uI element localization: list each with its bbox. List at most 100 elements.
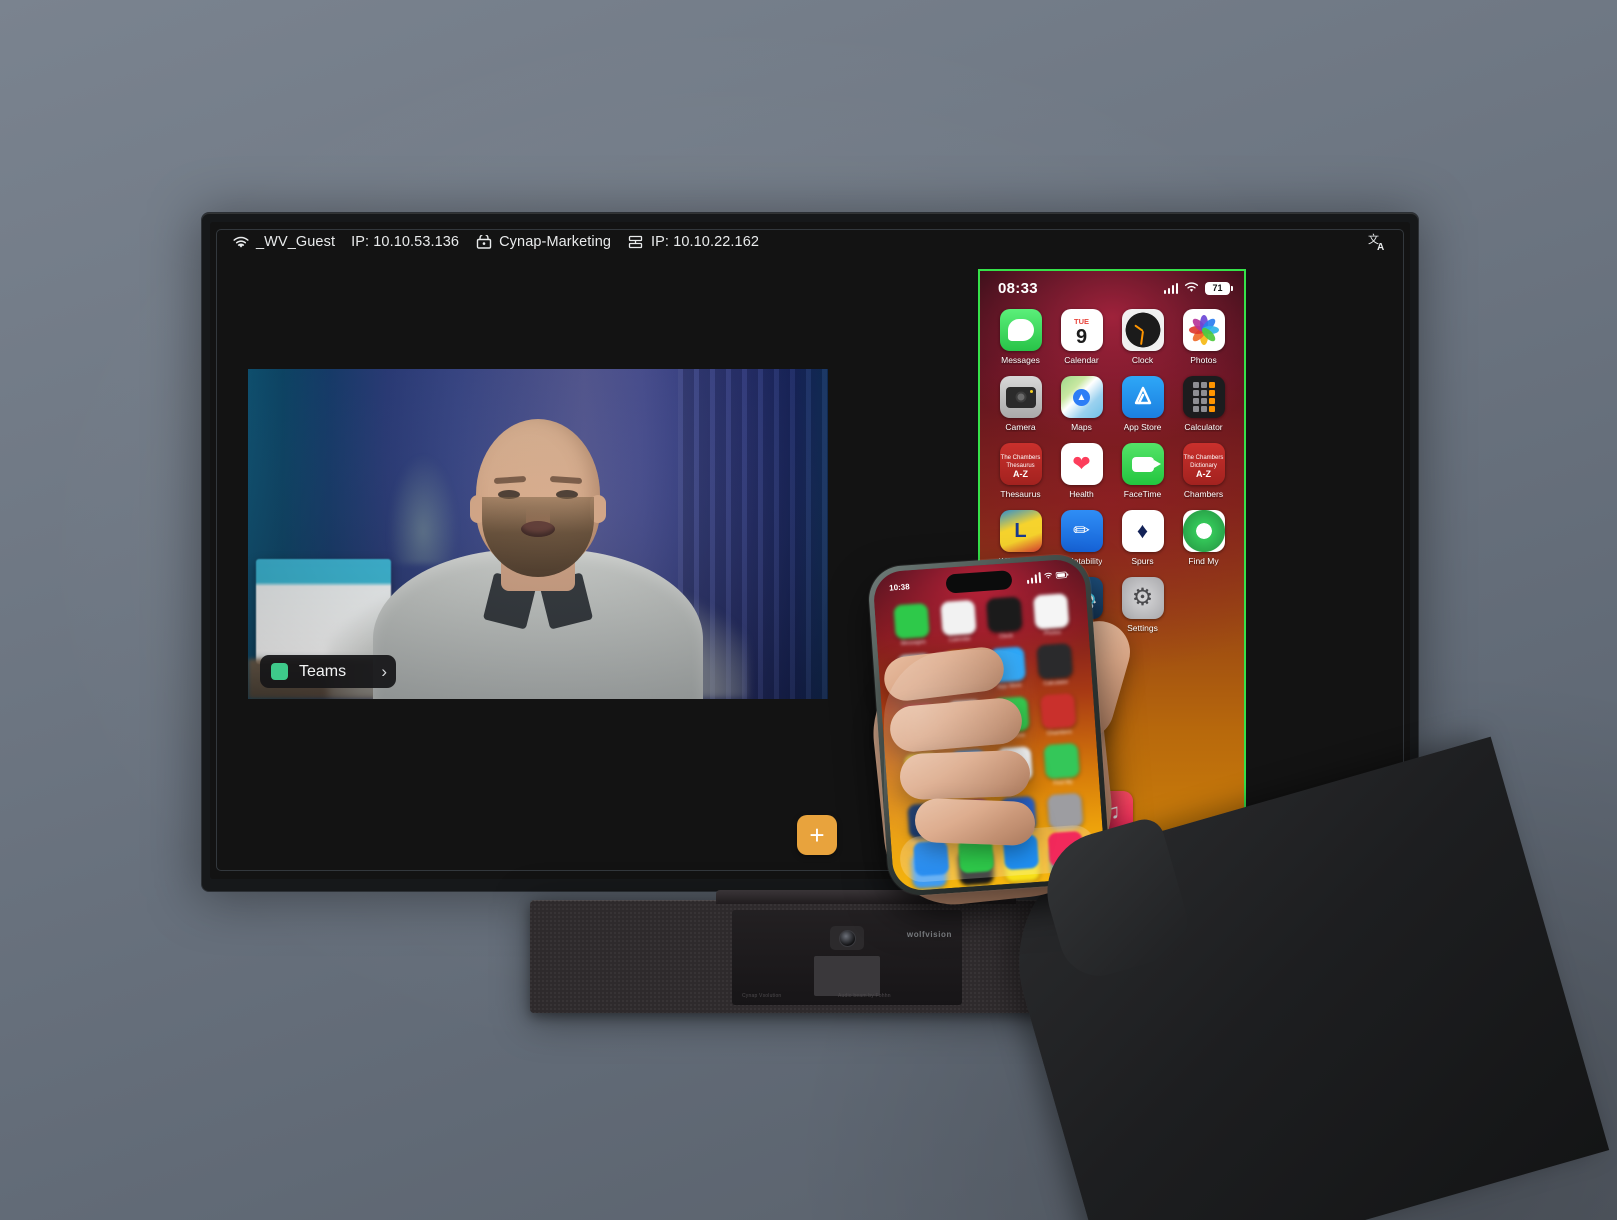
soundbar-top-lip bbox=[716, 890, 1016, 904]
lan-status: IP: 10.10.22.162 bbox=[627, 234, 759, 250]
camera-lens-icon bbox=[830, 926, 864, 950]
mirror-app-label: Thesaurus bbox=[1000, 489, 1041, 499]
clevver-mobil-icon[interactable]: V VV vmobil bbox=[999, 644, 1042, 686]
mirror-app-label: Calculator bbox=[1184, 422, 1223, 432]
music-note-icon: ♫ bbox=[1103, 799, 1121, 824]
sky-wordmark: sky bbox=[1011, 585, 1030, 598]
mirror-app-w-rterbuch[interactable]: L Wörterbuch bbox=[990, 510, 1051, 566]
mirror-app-calendar[interactable]: TUE 9 Calendar bbox=[1051, 309, 1112, 365]
chambers-dictionary-icon[interactable]: The Chambers Dictionary A-Z bbox=[1182, 443, 1225, 485]
gear-icon: ⚙ bbox=[1131, 584, 1154, 611]
vmobil-wordmark: vmobil bbox=[1007, 672, 1034, 681]
mirror-app-label: Health bbox=[1069, 489, 1094, 499]
mirror-app-wetterringvorar[interactable]: WetterringVorar... bbox=[1051, 577, 1112, 633]
mirror-app-maps[interactable]: ▲ Maps bbox=[1051, 376, 1112, 432]
mirror-app-label: Notability bbox=[1060, 556, 1102, 566]
mirror-app-thesaurus[interactable]: The Chambers Thesaurus A-Z Thesaurus bbox=[990, 443, 1051, 499]
conference-video-tile[interactable]: Teams › bbox=[248, 369, 828, 699]
mirror-app-label: WetterringVorar... bbox=[1053, 623, 1110, 633]
mirror-status-right: 71 bbox=[1163, 280, 1233, 297]
camera-flash bbox=[1029, 389, 1033, 393]
calendar-icon[interactable]: TUE 9 bbox=[1060, 309, 1103, 351]
sky-x-icon[interactable]: sky X bbox=[999, 577, 1042, 619]
soundbar-center-module: wolfvision bbox=[732, 910, 962, 1005]
chevron-right-icon[interactable]: › bbox=[375, 663, 387, 680]
mirror-app-chambers[interactable]: The Chambers Dictionary A-Z Chambers bbox=[1173, 443, 1234, 499]
mirror-app-clock[interactable]: Clock bbox=[1112, 309, 1173, 365]
mirror-app-label: FaceTime bbox=[1123, 489, 1162, 499]
calc-key bbox=[1200, 382, 1207, 388]
mirror-time: 08:33 bbox=[998, 279, 1038, 297]
mirror-app-label: Messages bbox=[1001, 355, 1040, 365]
mirror-app-sky-x[interactable]: sky X Sky X bbox=[990, 577, 1051, 633]
mirror-app-settings[interactable]: ⚙ Settings bbox=[1112, 577, 1173, 633]
mirror-app-label: Settings bbox=[1127, 623, 1158, 633]
langenscheidt-icon[interactable]: L bbox=[999, 510, 1042, 552]
mirror-app-health[interactable]: ❤ Health bbox=[1051, 443, 1112, 499]
mirror-app-label: Wörterbuch bbox=[998, 556, 1043, 566]
video-camera-icon bbox=[1131, 456, 1161, 472]
mirror-app-label: App Store bbox=[1123, 422, 1162, 432]
mirror-app-app-store[interactable]: App Store bbox=[1112, 376, 1173, 432]
mirror-app-label: Camera bbox=[1005, 422, 1036, 432]
cynap-device-icon bbox=[475, 235, 492, 250]
maps-icon[interactable]: ▲ bbox=[1060, 376, 1103, 418]
timetac-icon[interactable]: ⏱ bbox=[1060, 644, 1103, 686]
mirror-app-camera[interactable]: Camera bbox=[990, 376, 1051, 432]
music-icon[interactable]: ♫ bbox=[1091, 791, 1133, 833]
pencil-icon: ✏ bbox=[1073, 520, 1090, 542]
mirror-app-label: Clock bbox=[1131, 355, 1154, 365]
add-source-button[interactable]: + bbox=[797, 815, 837, 855]
mirror-app-spurs[interactable]: ♦ Spurs bbox=[1112, 510, 1173, 566]
heart-icon: ❤ bbox=[1072, 451, 1091, 476]
mirror-app-notability[interactable]: ✏ Notability bbox=[1051, 510, 1112, 566]
spurs-icon[interactable]: ♦ bbox=[1121, 510, 1164, 552]
mirror-app-label: TimeTac bbox=[1065, 690, 1098, 700]
mirror-app-label: cleVVVer mobil bbox=[992, 690, 1049, 700]
teams-status-dot bbox=[271, 663, 288, 680]
mirror-app-facetime[interactable]: FaceTime bbox=[1112, 443, 1173, 499]
facetime-icon[interactable] bbox=[1121, 443, 1164, 485]
cellular-bars-icon bbox=[1163, 282, 1178, 294]
sky-x-letter: X bbox=[1015, 596, 1026, 614]
mirror-app-music[interactable]: ♫ bbox=[1091, 791, 1133, 833]
soundbar-brand: wolfvision bbox=[906, 930, 952, 939]
plus-icon: + bbox=[809, 820, 825, 850]
more-dot-3 bbox=[1387, 834, 1391, 838]
mirror-app-calculator[interactable]: Calculator bbox=[1173, 376, 1234, 432]
camera-glass bbox=[838, 929, 856, 947]
find-my-icon[interactable] bbox=[1182, 510, 1225, 552]
mirror-bottom-app[interactable]: ♫ bbox=[980, 791, 1244, 833]
mirror-app-clevvver-mobil[interactable]: V VV vmobil cleVVVer mobil bbox=[990, 644, 1051, 700]
wifi-icon bbox=[232, 235, 249, 250]
chambers-thesaurus-icon[interactable]: The Chambers Thesaurus A-Z bbox=[999, 443, 1042, 485]
calendar-day: 9 bbox=[1075, 325, 1088, 348]
calculator-icon[interactable] bbox=[1182, 376, 1225, 418]
camera-body bbox=[1005, 386, 1036, 408]
clock-icon[interactable] bbox=[1121, 309, 1164, 351]
app-store-icon[interactable] bbox=[1121, 376, 1164, 418]
teams-source-chip[interactable]: Teams › bbox=[260, 655, 396, 688]
remote-participant bbox=[373, 419, 703, 699]
camera-icon[interactable] bbox=[999, 376, 1042, 418]
more-dot-1 bbox=[1371, 834, 1375, 838]
mirror-app-timetac[interactable]: ⏱ TimeTac bbox=[1051, 644, 1112, 700]
settings-icon[interactable]: ⚙ bbox=[1121, 577, 1164, 619]
soundbar-front-panel bbox=[814, 956, 880, 996]
translate-icon[interactable]: 文 A bbox=[1368, 232, 1390, 252]
mirror-app-photos[interactable]: Photos bbox=[1173, 309, 1234, 365]
mirror-app-find-my[interactable]: Find My bbox=[1173, 510, 1234, 566]
blank-slot[interactable] bbox=[1183, 577, 1225, 619]
photos-icon[interactable] bbox=[1182, 309, 1225, 351]
screenshot-root: _WV_Guest IP: 10.10.53.136 Cynap-Marketi… bbox=[0, 0, 1617, 1220]
mirror-app-grid[interactable]: Messages TUE 9 Calendar Clock Photos Camera ▲ Ma… bbox=[980, 309, 1244, 700]
mirror-app-messages[interactable]: Messages bbox=[990, 309, 1051, 365]
notability-icon[interactable]: ✏ bbox=[1060, 510, 1103, 552]
calc-key bbox=[1200, 398, 1207, 404]
more-options-button[interactable] bbox=[1360, 815, 1402, 857]
weather-vorarlberg-icon[interactable] bbox=[1060, 577, 1103, 619]
camera-lens bbox=[1015, 391, 1026, 403]
mirrored-phone-panel[interactable]: 08:33 71 Messages TUE 9 Calendar Clock Photos… bbox=[978, 269, 1246, 849]
messages-icon[interactable] bbox=[999, 309, 1042, 351]
health-icon[interactable]: ❤ bbox=[1060, 443, 1103, 485]
